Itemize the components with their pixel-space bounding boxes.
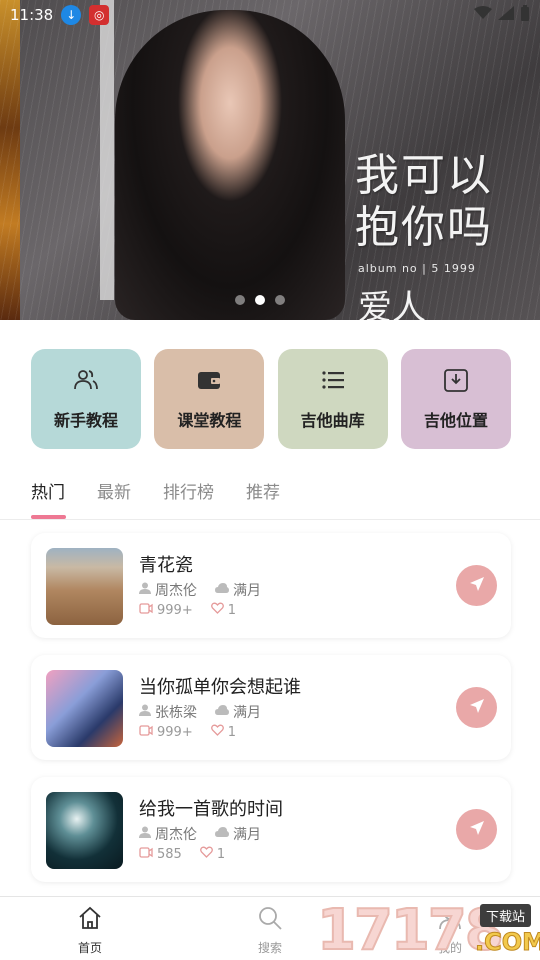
song-card[interactable]: 青花瓷 周杰伦 满月 999+ 1 xyxy=(31,533,511,638)
category-card-library[interactable]: 吉他曲库 xyxy=(277,349,388,449)
send-icon xyxy=(469,698,485,718)
song-thumbnail xyxy=(46,670,123,747)
song-quality: 满月 xyxy=(233,705,261,721)
carousel-dot-active[interactable] xyxy=(255,295,265,305)
song-artist: 周杰伦 xyxy=(155,827,197,843)
download-notification-icon: ↓ xyxy=(61,5,82,25)
category-label: 吉他曲库 xyxy=(300,411,365,430)
cloud-icon xyxy=(215,704,229,720)
song-likes: 1 xyxy=(227,602,236,618)
site-watermark: 17178 下载站 .COM xyxy=(315,896,540,960)
song-title: 当你孤单你会想起谁 xyxy=(139,677,301,698)
download-icon xyxy=(443,367,469,393)
banner-title: 我可以 抱你吗 xyxy=(355,150,493,253)
wifi-icon xyxy=(474,6,492,24)
song-meta: 张栋梁 满月 xyxy=(139,702,261,722)
category-label: 课堂教程 xyxy=(177,411,242,430)
song-stats: 585 1 xyxy=(139,846,225,862)
nav-search[interactable]: 搜索 xyxy=(240,905,300,956)
heart-icon[interactable] xyxy=(199,846,213,862)
send-icon xyxy=(469,576,485,596)
send-button[interactable] xyxy=(456,687,497,728)
nav-label: 首页 xyxy=(77,941,102,955)
watermark-tag: 下载站 xyxy=(480,904,532,927)
category-card-position[interactable]: 吉他位置 xyxy=(400,349,511,449)
song-title: 青花瓷 xyxy=(139,555,193,576)
song-thumbnail xyxy=(46,548,123,625)
banner-subtitle: 爱人 xyxy=(358,288,426,320)
song-artist: 周杰伦 xyxy=(155,583,197,599)
list-icon xyxy=(320,367,346,393)
banner-album-text: album no | 5 1999 xyxy=(358,262,476,275)
send-icon xyxy=(469,820,485,840)
tab-ranking[interactable]: 排行榜 xyxy=(163,478,214,519)
watermark-suffix: .COM xyxy=(474,928,540,957)
banner-portrait xyxy=(115,10,345,320)
category-label: 吉他位置 xyxy=(423,411,488,430)
tab-recommend[interactable]: 推荐 xyxy=(246,478,280,519)
home-icon xyxy=(77,905,103,935)
tab-bar: 热门 最新 排行榜 推荐 xyxy=(31,478,280,519)
category-card-beginner[interactable]: 新手教程 xyxy=(31,349,141,449)
song-stats: 999+ 1 xyxy=(139,724,236,740)
carousel-dot[interactable] xyxy=(275,295,285,305)
song-likes: 1 xyxy=(216,846,226,862)
tab-latest[interactable]: 最新 xyxy=(97,478,131,519)
cloud-icon xyxy=(215,582,229,598)
person-icon xyxy=(139,582,151,598)
tabs-divider xyxy=(0,519,540,520)
song-views: 999+ xyxy=(157,724,193,740)
song-views: 999+ xyxy=(157,602,193,618)
nav-home[interactable]: 首页 xyxy=(60,905,120,956)
song-stats: 999+ 1 xyxy=(139,602,236,618)
video-icon xyxy=(139,846,153,862)
person-icon xyxy=(139,826,151,842)
app-notification-icon: ◎ xyxy=(89,5,110,25)
song-thumbnail xyxy=(46,792,123,869)
cloud-icon xyxy=(215,826,229,842)
battery-icon xyxy=(520,5,530,25)
song-quality: 满月 xyxy=(233,827,261,843)
song-meta: 周杰伦 满月 xyxy=(139,824,261,844)
users-icon xyxy=(73,367,99,393)
heart-icon[interactable] xyxy=(210,724,224,740)
song-meta: 周杰伦 满月 xyxy=(139,580,261,600)
song-card[interactable]: 给我一首歌的时间 周杰伦 满月 585 1 xyxy=(31,777,511,882)
heart-icon[interactable] xyxy=(210,602,224,618)
song-quality: 满月 xyxy=(233,583,261,599)
song-views: 585 xyxy=(157,846,182,862)
song-title: 给我一首歌的时间 xyxy=(139,799,283,820)
send-button[interactable] xyxy=(456,809,497,850)
wallet-icon xyxy=(196,367,222,393)
signal-icon xyxy=(498,6,514,24)
status-indicators xyxy=(474,5,530,25)
search-icon xyxy=(257,905,283,935)
song-artist: 张栋梁 xyxy=(155,705,197,721)
person-icon xyxy=(139,704,151,720)
song-likes: 1 xyxy=(227,724,236,740)
category-card-classroom[interactable]: 课堂教程 xyxy=(154,349,265,449)
send-button[interactable] xyxy=(456,565,497,606)
video-icon xyxy=(139,724,153,740)
carousel-dots xyxy=(235,295,285,305)
song-card[interactable]: 当你孤单你会想起谁 张栋梁 满月 999+ 1 xyxy=(31,655,511,760)
nav-label: 搜索 xyxy=(257,941,282,955)
category-label: 新手教程 xyxy=(53,411,118,430)
carousel-dot[interactable] xyxy=(235,295,245,305)
status-time: 11:38 xyxy=(10,6,54,24)
video-icon xyxy=(139,602,153,618)
banner-umbrella-pole xyxy=(100,0,114,300)
category-cards: 新手教程 课堂教程 吉他曲库 吉他位置 xyxy=(31,349,511,449)
status-bar: 11:38 ↓ ◎ xyxy=(0,0,540,30)
tab-hot[interactable]: 热门 xyxy=(31,478,65,519)
banner-carousel[interactable]: 我可以 抱你吗 album no | 5 1999 爱人 xyxy=(0,0,540,320)
